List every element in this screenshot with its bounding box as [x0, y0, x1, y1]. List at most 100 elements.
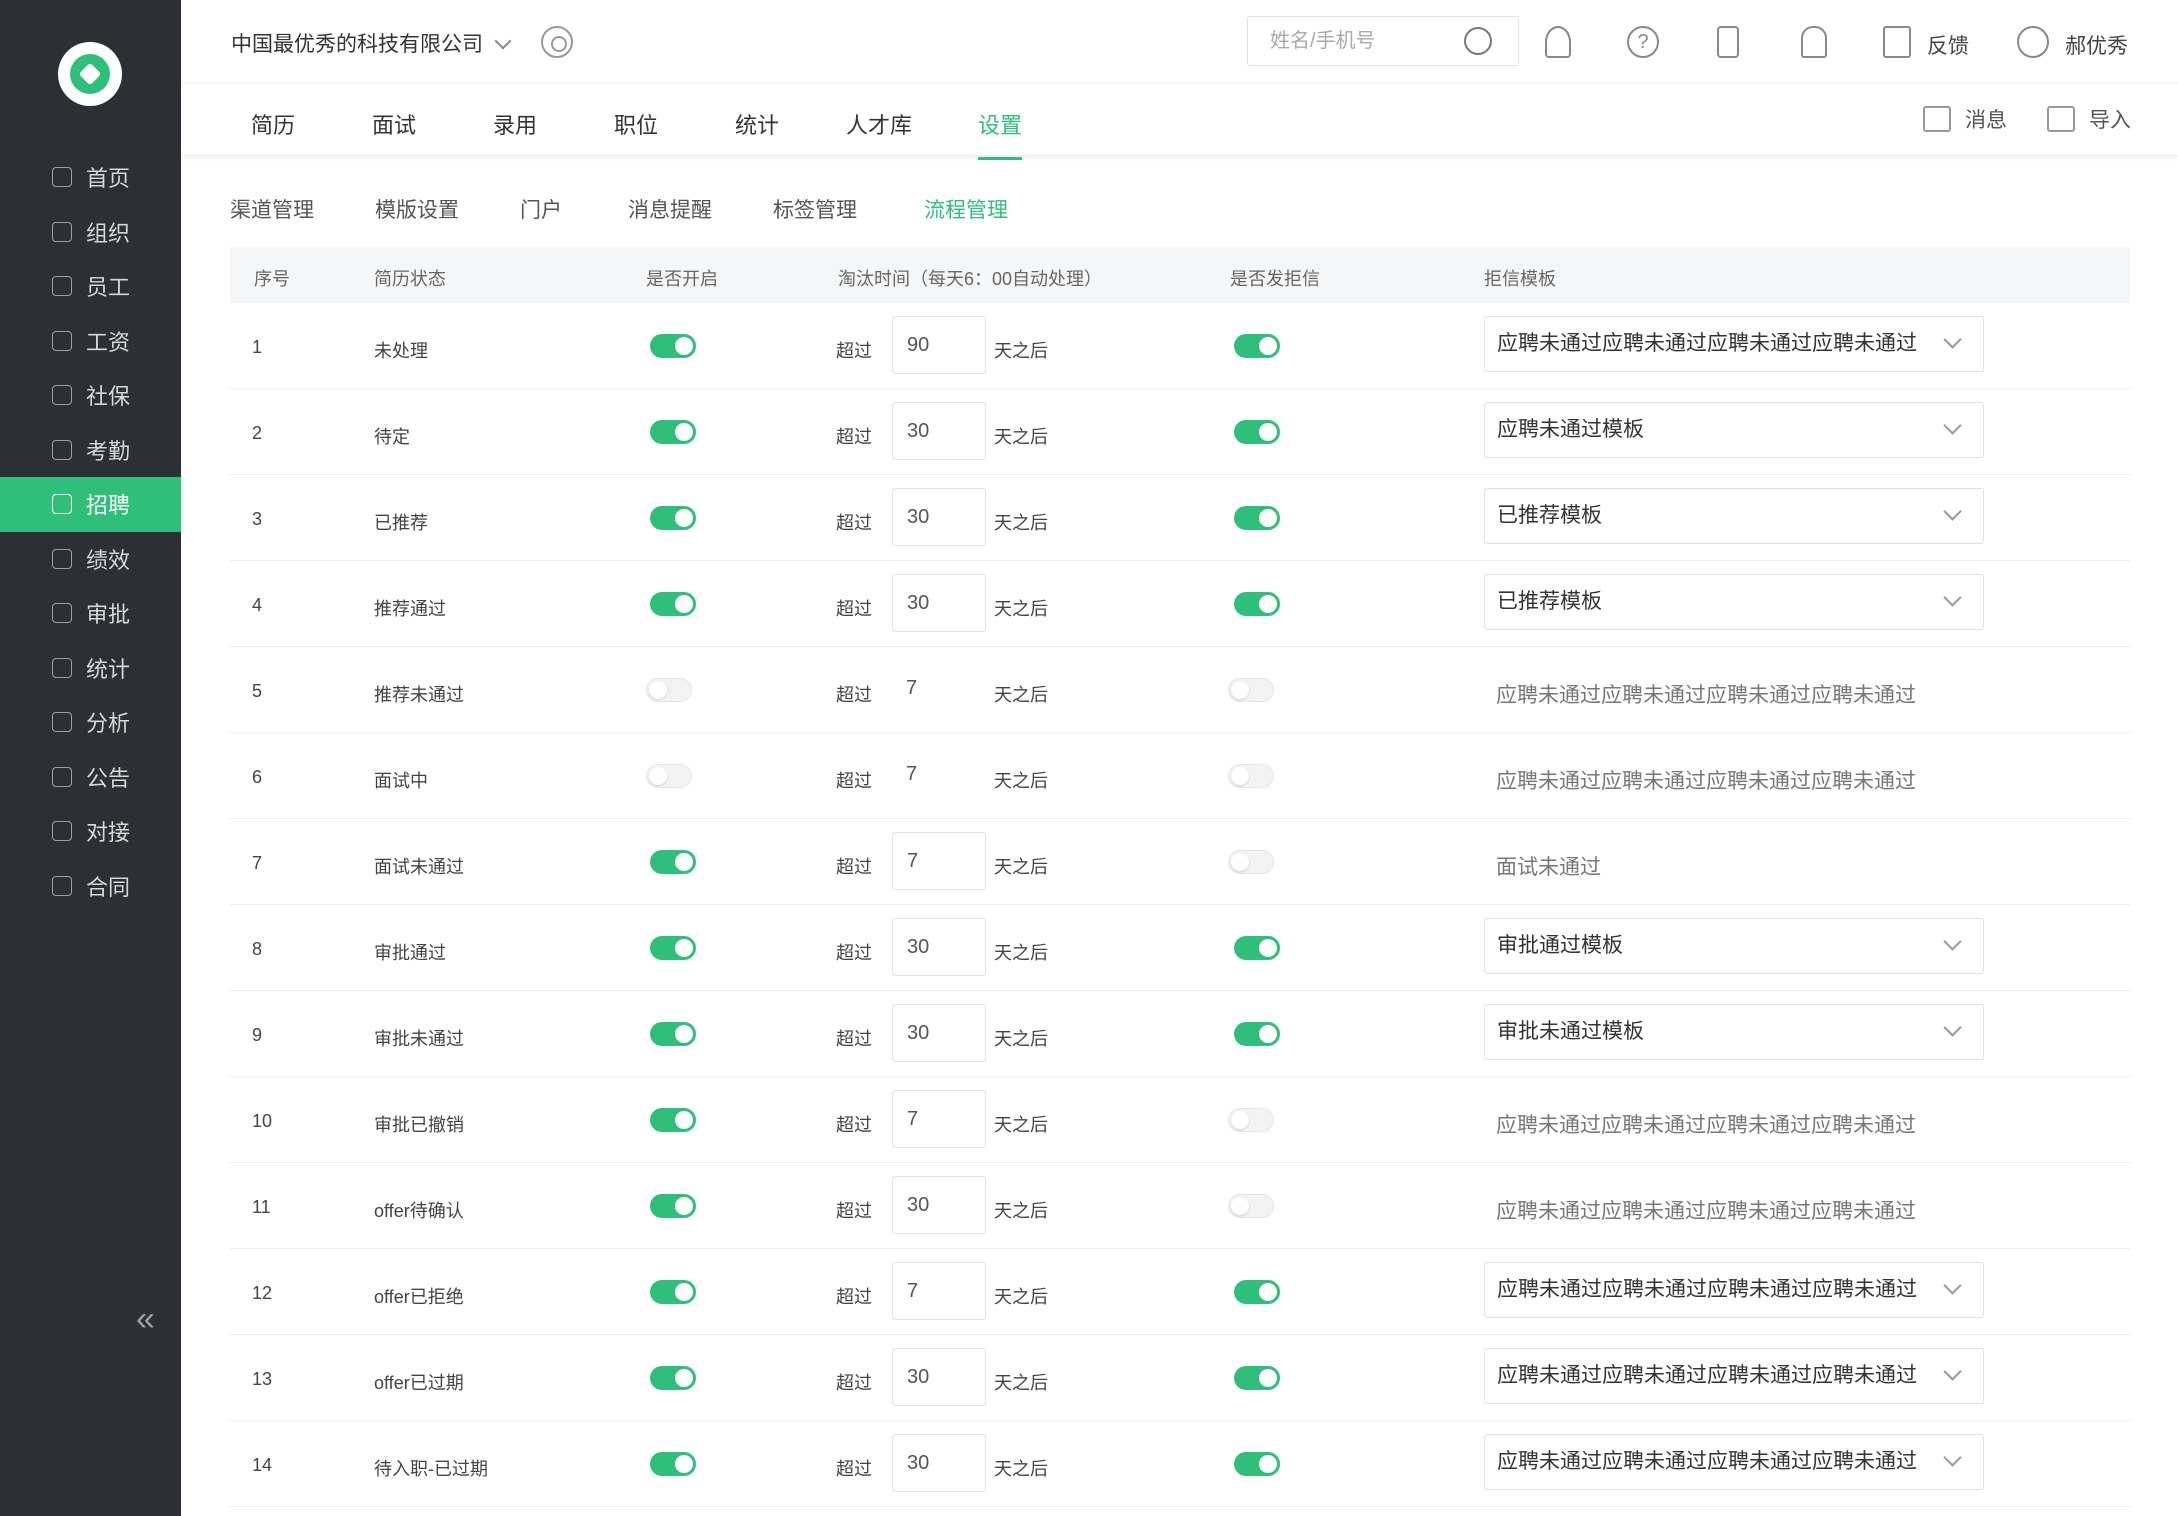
tab-3[interactable]: 职位 [614, 108, 658, 140]
help-icon[interactable]: ? [1627, 26, 1659, 58]
timeout-days-input[interactable]: 30 [892, 1434, 986, 1492]
send-reject-toggle[interactable] [1234, 1280, 1280, 1304]
tab-2[interactable]: 录用 [493, 108, 537, 140]
timeout-days-input[interactable]: 7 [892, 1262, 986, 1320]
tab-1[interactable]: 面试 [372, 108, 416, 140]
search-input[interactable] [1248, 17, 1448, 65]
subtab-5[interactable]: 流程管理 [924, 194, 1008, 224]
gear-icon[interactable] [541, 26, 573, 58]
timeout-days-input[interactable]: 90 [892, 316, 986, 374]
over-label: 超过 [836, 943, 872, 963]
search-icon[interactable] [1464, 27, 1492, 55]
send-reject-toggle[interactable] [1228, 678, 1274, 702]
tab-5[interactable]: 人才库 [846, 108, 912, 140]
sidebar-item-12[interactable]: 对接 [0, 804, 181, 859]
send-reject-toggle[interactable] [1228, 850, 1274, 874]
row-status: 待定 [374, 427, 410, 447]
template-select[interactable]: 应聘未通过应聘未通过应聘未通过应聘未通过 [1484, 1434, 1984, 1490]
send-reject-toggle[interactable] [1234, 592, 1280, 616]
enabled-toggle[interactable] [650, 850, 696, 874]
sidebar-item-7[interactable]: 绩效 [0, 532, 181, 587]
sidebar-item-11[interactable]: 公告 [0, 750, 181, 805]
chevron-down-icon [494, 32, 512, 50]
timeout-days-input[interactable]: 30 [892, 1176, 986, 1234]
sidebar-item-3[interactable]: 工资 [0, 314, 181, 369]
enabled-toggle[interactable] [650, 1366, 696, 1390]
collapse-sidebar-icon[interactable]: « [136, 1300, 155, 1339]
send-reject-toggle[interactable] [1234, 420, 1280, 444]
enabled-toggle[interactable] [650, 420, 696, 444]
timeout-days-input[interactable]: 30 [892, 918, 986, 976]
enabled-toggle[interactable] [650, 506, 696, 530]
template-select[interactable]: 审批通过模板 [1484, 918, 1984, 974]
timeout-days-input[interactable]: 7 [892, 832, 986, 890]
send-reject-toggle[interactable] [1228, 1194, 1274, 1218]
timeout-days-input[interactable]: 30 [892, 402, 986, 460]
enabled-toggle[interactable] [650, 1108, 696, 1132]
subtab-1[interactable]: 模版设置 [375, 194, 459, 224]
timeout-days-input[interactable]: 7 [892, 1090, 986, 1148]
enabled-toggle[interactable] [646, 678, 692, 702]
template-select[interactable]: 已推荐模板 [1484, 574, 1984, 630]
sidebar-item-10[interactable]: 分析 [0, 695, 181, 750]
send-reject-toggle[interactable] [1228, 1108, 1274, 1132]
send-reject-toggle[interactable] [1228, 764, 1274, 788]
sidebar-item-4[interactable]: 社保 [0, 368, 181, 423]
sidebar-item-8[interactable]: 审批 [0, 586, 181, 641]
user-add-icon[interactable] [1545, 26, 1571, 58]
template-value: 应聘未通过应聘未通过应聘未通过应聘未通过 [1497, 1364, 1917, 1387]
tab-0[interactable]: 简历 [251, 108, 295, 140]
sidebar-item-1[interactable]: 组织 [0, 205, 181, 260]
sidebar-item-2[interactable]: 员工 [0, 259, 181, 314]
template-select[interactable]: 应聘未通过应聘未通过应聘未通过应聘未通过 [1484, 316, 1984, 372]
enabled-toggle[interactable] [646, 764, 692, 788]
template-select[interactable]: 应聘未通过模板 [1484, 402, 1984, 458]
sidebar-item-5[interactable]: 考勤 [0, 423, 181, 478]
send-reject-toggle[interactable] [1234, 506, 1280, 530]
sidebar-item-13[interactable]: 合同 [0, 859, 181, 914]
chevron-down-icon [1943, 1018, 1962, 1037]
username[interactable]: 郝优秀 [2065, 30, 2128, 60]
send-reject-toggle[interactable] [1234, 1022, 1280, 1046]
send-reject-toggle[interactable] [1234, 334, 1280, 358]
company-switcher[interactable]: 中国最优秀的科技有限公司 [231, 28, 512, 58]
avatar-icon[interactable] [2017, 26, 2049, 58]
mobile-icon[interactable] [1717, 26, 1739, 58]
bell-icon[interactable] [1801, 26, 1827, 58]
timeout-days-input[interactable]: 30 [892, 488, 986, 546]
template-select[interactable]: 应聘未通过应聘未通过应聘未通过应聘未通过 [1484, 1262, 1984, 1318]
timeout-days-input[interactable]: 30 [892, 1004, 986, 1062]
enabled-toggle[interactable] [650, 1022, 696, 1046]
table-row: 9 审批未通过 超过 30 天之后 审批未通过模板 [230, 991, 2130, 1077]
send-reject-toggle[interactable] [1234, 1452, 1280, 1476]
template-select[interactable]: 应聘未通过应聘未通过应聘未通过应聘未通过 [1484, 1348, 1984, 1404]
messages-button[interactable]: 消息 [1923, 104, 2007, 134]
enabled-toggle[interactable] [650, 592, 696, 616]
send-reject-toggle[interactable] [1234, 936, 1280, 960]
subtab-4[interactable]: 标签管理 [773, 194, 857, 224]
template-value: 应聘未通过应聘未通过应聘未通过应聘未通过 [1497, 332, 1917, 355]
import-button[interactable]: 导入 [2047, 104, 2131, 134]
edit-icon[interactable] [1883, 26, 1911, 58]
sidebar-item-6[interactable]: 招聘 [0, 477, 181, 532]
send-reject-toggle[interactable] [1234, 1366, 1280, 1390]
table-row: 14 待入职-已过期 超过 30 天之后 应聘未通过应聘未通过应聘未通过应聘未通过 [230, 1421, 2130, 1507]
sidebar-item-0[interactable]: 首页 [0, 150, 181, 205]
subtab-3[interactable]: 消息提醒 [628, 194, 712, 224]
template-select[interactable]: 审批未通过模板 [1484, 1004, 1984, 1060]
enabled-toggle[interactable] [650, 334, 696, 358]
tab-4[interactable]: 统计 [735, 108, 779, 140]
enabled-toggle[interactable] [650, 1452, 696, 1476]
enabled-toggle[interactable] [650, 1194, 696, 1218]
template-value: 已推荐模板 [1497, 504, 1602, 527]
timeout-days-input[interactable]: 30 [892, 1348, 986, 1406]
enabled-toggle[interactable] [650, 1280, 696, 1304]
timeout-days-input[interactable]: 30 [892, 574, 986, 632]
sidebar-item-9[interactable]: 统计 [0, 641, 181, 696]
template-select[interactable]: 已推荐模板 [1484, 488, 1984, 544]
feedback-link[interactable]: 反馈 [1927, 30, 1969, 60]
tab-6[interactable]: 设置 [978, 108, 1023, 160]
enabled-toggle[interactable] [650, 936, 696, 960]
subtab-2[interactable]: 门户 [520, 194, 562, 224]
subtab-0[interactable]: 渠道管理 [230, 194, 314, 224]
